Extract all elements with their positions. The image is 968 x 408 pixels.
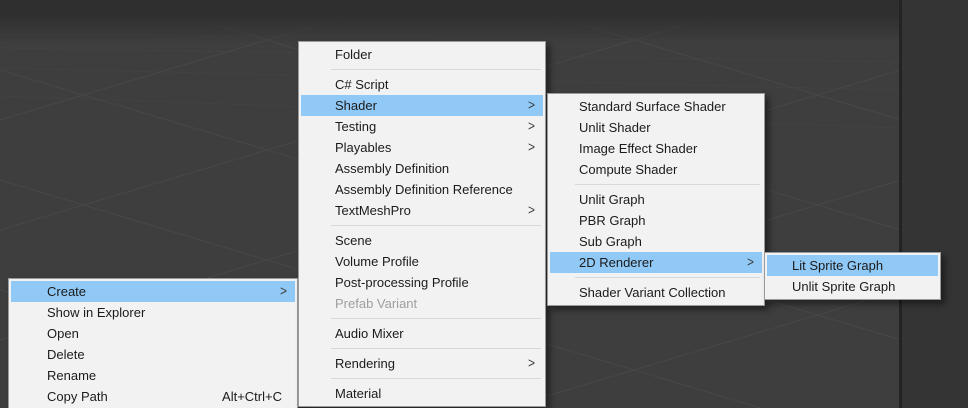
submenu-arrow-icon: > (528, 198, 535, 222)
menu-item-label: Rename (47, 365, 96, 386)
menu-separator (575, 277, 760, 278)
shader-submenu: Standard Surface ShaderUnlit ShaderImage… (547, 93, 765, 306)
menu-item-scene[interactable]: Scene (301, 230, 543, 251)
menu-item-label: Shader Variant Collection (579, 282, 725, 303)
menu-item-label: Image Effect Shader (579, 138, 697, 159)
menu-item-label: Material (335, 383, 381, 404)
menu-item-image-effect-shader[interactable]: Image Effect Shader (550, 138, 762, 159)
menu-item-rename[interactable]: Rename (11, 365, 295, 386)
menu-item-lit-sprite-graph[interactable]: Lit Sprite Graph (767, 255, 938, 276)
menu-item-shortcut: Alt+Ctrl+C (222, 386, 287, 407)
menu-item-2d-renderer[interactable]: 2D Renderer > (550, 252, 762, 273)
submenu-arrow-icon: > (280, 279, 287, 303)
menu-item-label: Unlit Shader (579, 117, 651, 138)
menu-item-label: Delete (47, 344, 85, 365)
menu-item-shader[interactable]: Shader> (301, 95, 543, 116)
menu-item-unlit-sprite-graph[interactable]: Unlit Sprite Graph (767, 276, 938, 297)
menu-item-assembly-definition-reference[interactable]: Assembly Definition Reference (301, 179, 543, 200)
menu-item-copy-path[interactable]: Copy Path Alt+Ctrl+C (11, 386, 295, 407)
menu-item-label: Show in Explorer (47, 302, 145, 323)
menu-item-prefab-variant: Prefab Variant (301, 293, 543, 314)
menu-item-label: Rendering (335, 353, 395, 374)
menu-separator (331, 348, 541, 349)
menu-item-open[interactable]: Open (11, 323, 295, 344)
menu-item-label: Unlit Graph (579, 189, 645, 210)
menu-item-label: Scene (335, 230, 372, 251)
menu-item-label: TextMeshPro (335, 200, 411, 221)
menu-item-label: Prefab Variant (335, 293, 417, 314)
menu-item-pbr-graph[interactable]: PBR Graph (550, 210, 762, 231)
menu-item-label: Sub Graph (579, 231, 642, 252)
menu-item-show-in-explorer[interactable]: Show in Explorer (11, 302, 295, 323)
menu-separator (331, 225, 541, 226)
menu-item-label: Lit Sprite Graph (792, 255, 883, 276)
submenu-arrow-icon: > (528, 135, 535, 159)
menu-item-folder[interactable]: Folder (301, 44, 543, 65)
menu-item-label: C# Script (335, 74, 388, 95)
menu-item-label: Post-processing Profile (335, 272, 469, 293)
unity-editor: Create>Show in ExplorerOpenDeleteRenameC… (0, 0, 968, 408)
submenu-arrow-icon: > (528, 351, 535, 375)
menu-separator (331, 69, 541, 70)
menu-item-label: Create (47, 281, 86, 302)
menu-item-label: Volume Profile (335, 251, 419, 272)
2d-renderer-submenu: Lit Sprite GraphUnlit Sprite Graph (764, 252, 941, 300)
menu-item-audio-mixer[interactable]: Audio Mixer (301, 323, 543, 344)
menu-item-sub-graph[interactable]: Sub Graph (550, 231, 762, 252)
menu-item-create[interactable]: Create > (11, 281, 295, 302)
menu-item-unlit-shader[interactable]: Unlit Shader (550, 117, 762, 138)
menu-item-label: Unlit Sprite Graph (792, 276, 895, 297)
menu-item-textmeshpro[interactable]: TextMeshPro > (301, 200, 543, 221)
menu-item-c-script[interactable]: C# Script (301, 74, 543, 95)
project-context-menu: Create>Show in ExplorerOpenDeleteRenameC… (8, 278, 298, 408)
menu-item-playables[interactable]: Playables > (301, 137, 543, 158)
menu-item-label: Open (47, 323, 79, 344)
menu-separator (575, 184, 760, 185)
menu-item-label: Testing (335, 116, 376, 137)
menu-item-label: 2D Renderer (579, 252, 653, 273)
menu-item-label: Standard Surface Shader (579, 96, 726, 117)
menu-item-label: Shader (335, 95, 377, 116)
menu-item-testing[interactable]: Testing> (301, 116, 543, 137)
menu-item-label: PBR Graph (579, 210, 645, 231)
menu-item-volume-profile[interactable]: Volume Profile (301, 251, 543, 272)
menu-item-label: Compute Shader (579, 159, 677, 180)
menu-item-label: Assembly Definition (335, 158, 449, 179)
menu-item-label: Copy Path (47, 386, 108, 407)
menu-item-rendering[interactable]: Rendering > (301, 353, 543, 374)
menu-item-compute-shader[interactable]: Compute Shader (550, 159, 762, 180)
submenu-arrow-icon: > (747, 250, 754, 274)
menu-item-standard-surface-shader[interactable]: Standard Surface Shader (550, 96, 762, 117)
right-side-panel (902, 0, 968, 408)
create-submenu: FolderC# ScriptShader>Testing>Playables>… (298, 41, 546, 407)
menu-item-assembly-definition[interactable]: Assembly Definition (301, 158, 543, 179)
menu-item-unlit-graph[interactable]: Unlit Graph (550, 189, 762, 210)
menu-item-material[interactable]: Material (301, 383, 543, 404)
menu-item-shader-variant-collection[interactable]: Shader Variant Collection (550, 282, 762, 303)
menu-item-label: Audio Mixer (335, 323, 404, 344)
menu-separator (331, 318, 541, 319)
menu-item-label: Assembly Definition Reference (335, 179, 513, 200)
menu-item-label: Folder (335, 44, 372, 65)
menu-item-delete[interactable]: Delete (11, 344, 295, 365)
menu-separator (331, 378, 541, 379)
menu-item-label: Playables (335, 137, 391, 158)
menu-item-post-processing-profile[interactable]: Post-processing Profile (301, 272, 543, 293)
